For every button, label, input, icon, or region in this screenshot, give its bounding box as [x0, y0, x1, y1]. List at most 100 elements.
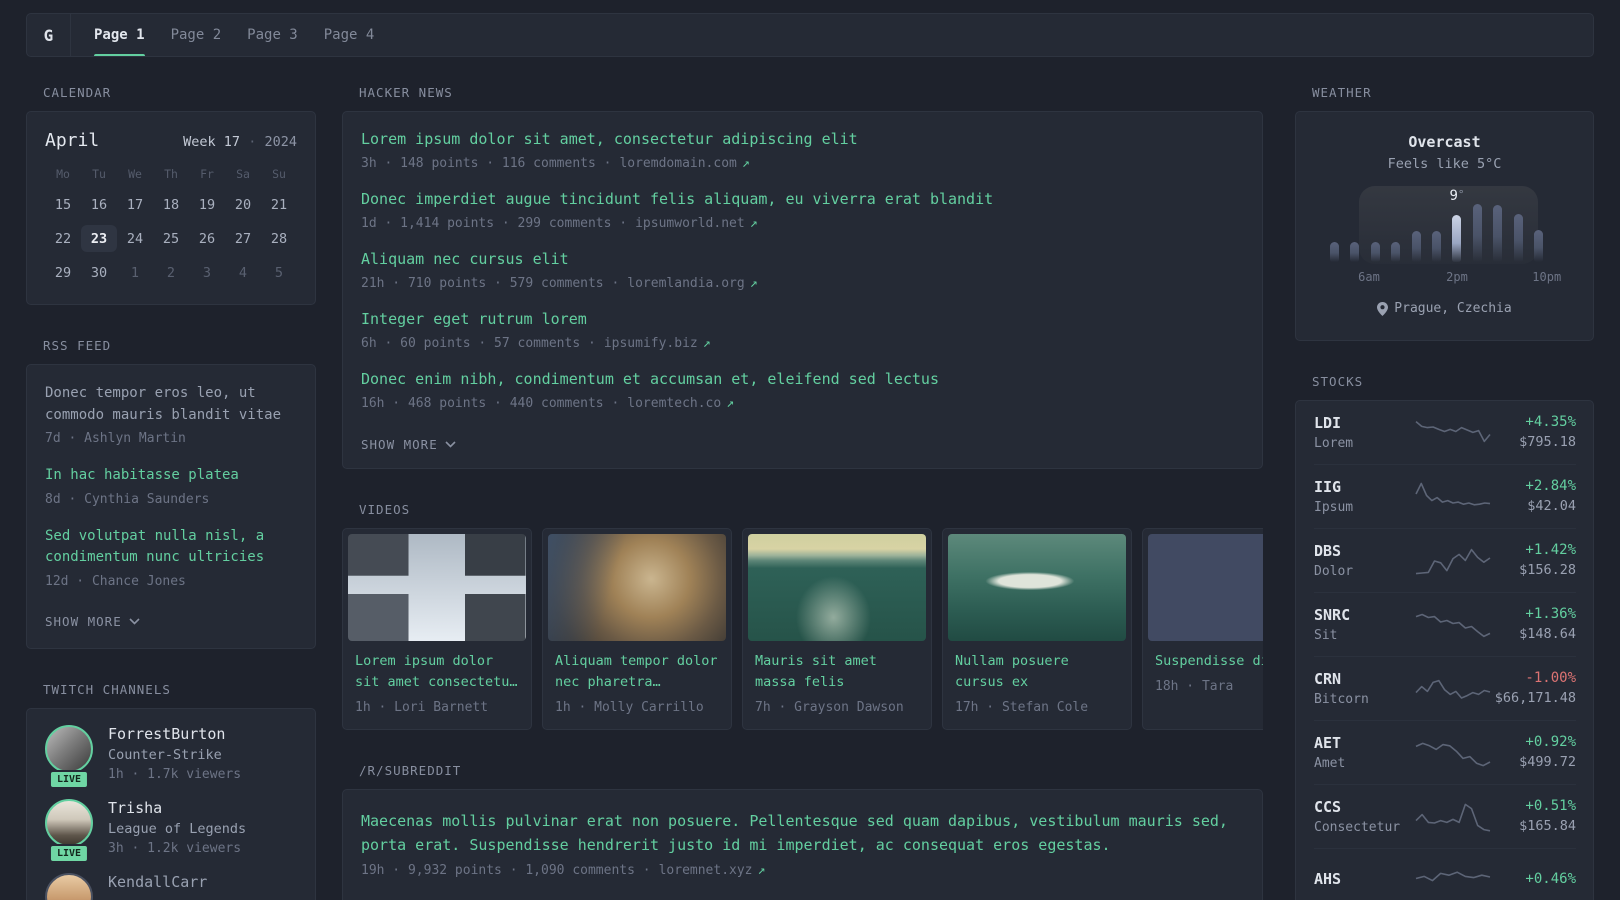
location-pin-icon [1377, 301, 1389, 316]
video-title[interactable]: Mauris sit amet massa felis [755, 651, 919, 693]
rss-item[interactable]: Donec tempor eros leo, ut commodo mauris… [45, 383, 297, 448]
calendar-day: 23 [81, 225, 117, 252]
rss-show-more-button[interactable]: SHOW MORE [45, 614, 140, 629]
weather-widget: WEATHER Overcast Feels like 5°C 9° 6am 2… [1295, 85, 1594, 341]
rss-item[interactable]: In hac habitasse platea 8d · Cynthia Sau… [45, 465, 297, 509]
hackernews-widget: HACKER NEWS Lorem ipsum dolor sit amet, … [342, 85, 1263, 469]
avatar [45, 724, 93, 773]
video-thumbnail[interactable] [548, 534, 726, 641]
stock-row[interactable]: IIG Ipsum +2.84% $42.04 [1314, 463, 1576, 528]
video-card[interactable]: Aliquam tempor dolor nec pharetra… 1h · … [542, 528, 732, 730]
hackernews-item-domain[interactable]: loremlandia.org [627, 276, 744, 291]
avatar-wrap: LIVE [45, 724, 93, 789]
video-meta: 1h · Molly Carrillo [555, 700, 704, 715]
hour-label: 6am [1358, 270, 1380, 284]
video-title[interactable]: Nullam posuere cursus ex [955, 651, 1119, 693]
stock-row[interactable]: AHS +0.46% [1314, 847, 1576, 900]
calendar-day: 20 [234, 196, 252, 213]
subreddit-post-title[interactable]: Maecenas mollis pulvinar erat non posuer… [361, 809, 1244, 857]
hackernews-item-title[interactable]: Donec imperdiet augue tincidunt felis al… [361, 189, 1244, 210]
twitch-channel-row[interactable]: KendallCarr [45, 872, 297, 900]
channel-name[interactable]: Trisha [108, 799, 246, 817]
rss-item-title[interactable]: Sed volutpat nulla nisl, a condimentum n… [45, 526, 297, 569]
stock-row[interactable]: LDI Lorem +4.35% $795.18 [1314, 401, 1576, 464]
calendar-day: 28 [270, 230, 288, 247]
dashboard-columns: CALENDAR April Week 17 · 2024 Mo Tu We Th Fr… [26, 85, 1594, 900]
hackernews-item-domain[interactable]: loremtech.co [627, 396, 721, 411]
live-badge: LIVE [48, 843, 90, 863]
stock-row[interactable]: SNRC Sit +1.36% $148.64 [1314, 591, 1576, 656]
weather-bar [1426, 198, 1446, 262]
tab-page-2[interactable]: Page 2 [171, 14, 222, 56]
rss-item[interactable]: Sed volutpat nulla nisl, a condimentum n… [45, 526, 297, 591]
video-card[interactable]: Nullam posuere cursus ex 17h · Stefan Co… [942, 528, 1132, 730]
stock-row[interactable]: AET Amet +0.92% $499.72 [1314, 719, 1576, 784]
sparkline [1416, 862, 1490, 896]
stock-identity: AHS [1314, 870, 1416, 888]
rss-item-title[interactable]: Donec tempor eros leo, ut commodo mauris… [45, 383, 297, 426]
calendar-day-header: Th [164, 167, 178, 181]
video-thumbnail[interactable] [348, 534, 526, 641]
video-title[interactable]: Aliquam tempor dolor nec pharetra… [555, 651, 719, 693]
weather-bar [1385, 198, 1405, 262]
channel-name[interactable]: KendallCarr [108, 873, 207, 891]
video-thumbnail[interactable] [748, 534, 926, 641]
tab-page-3[interactable]: Page 3 [247, 14, 298, 56]
left-column: CALENDAR April Week 17 · 2024 Mo Tu We Th Fr… [26, 85, 316, 900]
subreddit-post-domain[interactable]: loremnet.xyz [659, 863, 753, 878]
stock-change: +2.84% [1525, 478, 1576, 494]
weather-card: Overcast Feels like 5°C 9° 6am 2pm 10pm [1295, 111, 1594, 341]
weather-bars [1324, 198, 1549, 262]
tab-page-4[interactable]: Page 4 [324, 14, 375, 56]
video-thumbnail[interactable] [948, 534, 1126, 641]
degree-symbol: ° [1457, 188, 1465, 201]
videos-widget: VIDEOS Lorem ipsum dolor sit amet consec… [342, 502, 1263, 730]
weather-bar [1344, 198, 1364, 262]
hackernews-item-domain[interactable]: ipsumworld.net [635, 216, 745, 231]
right-column: WEATHER Overcast Feels like 5°C 9° 6am 2… [1295, 85, 1594, 900]
stock-ticker: AET [1314, 733, 1342, 752]
stock-values: +2.84% $42.04 [1490, 478, 1576, 514]
video-meta: 17h · Stefan Cole [955, 700, 1089, 715]
stock-change: +1.42% [1525, 542, 1576, 558]
video-title[interactable]: Suspendisse diam [1155, 651, 1263, 672]
hackernews-item-meta: 16h · 468 points · 440 comments · loremte… [361, 396, 735, 411]
widget-label-twitch: TWITCH CHANNELS [43, 681, 171, 697]
channel-name[interactable]: ForrestBurton [108, 725, 241, 743]
hackernews-item-title[interactable]: Donec enim nibh, condimentum et accumsan… [361, 369, 1244, 390]
video-meta: 7h · Grayson Dawson [755, 700, 904, 715]
sparkline [1416, 799, 1490, 833]
stock-row[interactable]: CRN Bitcorn -1.00% $66,171.48 [1314, 655, 1576, 720]
stock-row[interactable]: CCS Consectetur +0.51% $165.84 [1314, 783, 1576, 848]
stock-price: $499.72 [1519, 754, 1576, 770]
stock-name: Lorem [1314, 435, 1354, 451]
hackernews-show-more-button[interactable]: SHOW MORE [361, 437, 456, 452]
hackernews-item-title[interactable]: Aliquam nec cursus elit [361, 249, 1244, 270]
video-title[interactable]: Lorem ipsum dolor sit amet consectetu… [355, 651, 519, 693]
hour-label: 10pm [1532, 270, 1562, 284]
hackernews-item-domain[interactable]: ipsumify.biz [604, 336, 698, 351]
twitch-channel-row[interactable]: LIVE Trisha League of Legends 3h · 1.2k … [45, 798, 297, 863]
video-card[interactable]: Mauris sit amet massa felis 7h · Grayson… [742, 528, 932, 730]
hackernews-item-title[interactable]: Lorem ipsum dolor sit amet, consectetur … [361, 129, 1244, 150]
video-card[interactable]: Suspendisse diam 18h · Tara [1142, 528, 1263, 730]
tab-page-1[interactable]: Page 1 [94, 14, 145, 56]
twitch-channel-row[interactable]: LIVE ForrestBurton Counter-Strike 1h · 1… [45, 724, 297, 789]
twitch-card: LIVE ForrestBurton Counter-Strike 1h · 1… [26, 707, 316, 900]
video-thumbnail[interactable] [1148, 534, 1263, 641]
calendar-day: 25 [162, 230, 180, 247]
rss-item-meta: 7d · Ashlyn Martin [45, 431, 186, 446]
hackernews-item-meta: 21h · 710 points · 579 comments · loremla… [361, 276, 758, 291]
stock-row[interactable]: DBS Dolor +1.42% $156.28 [1314, 527, 1576, 592]
stock-values: +1.36% $148.64 [1490, 606, 1576, 642]
stock-ticker: SNRC [1314, 605, 1351, 624]
app-logo[interactable]: G [27, 14, 71, 56]
hackernews-item-domain[interactable]: loremdomain.com [619, 156, 736, 171]
rss-item-title[interactable]: In hac habitasse platea [45, 465, 297, 487]
external-link-icon: ↗ [726, 396, 735, 411]
middle-column: HACKER NEWS Lorem ipsum dolor sit amet, … [342, 85, 1263, 900]
stock-name: Ipsum [1314, 499, 1354, 515]
hackernews-item: Donec imperdiet augue tincidunt felis al… [361, 189, 1244, 233]
hackernews-item-title[interactable]: Integer eget rutrum lorem [361, 309, 1244, 330]
video-card[interactable]: Lorem ipsum dolor sit amet consectetu… 1… [342, 528, 532, 730]
